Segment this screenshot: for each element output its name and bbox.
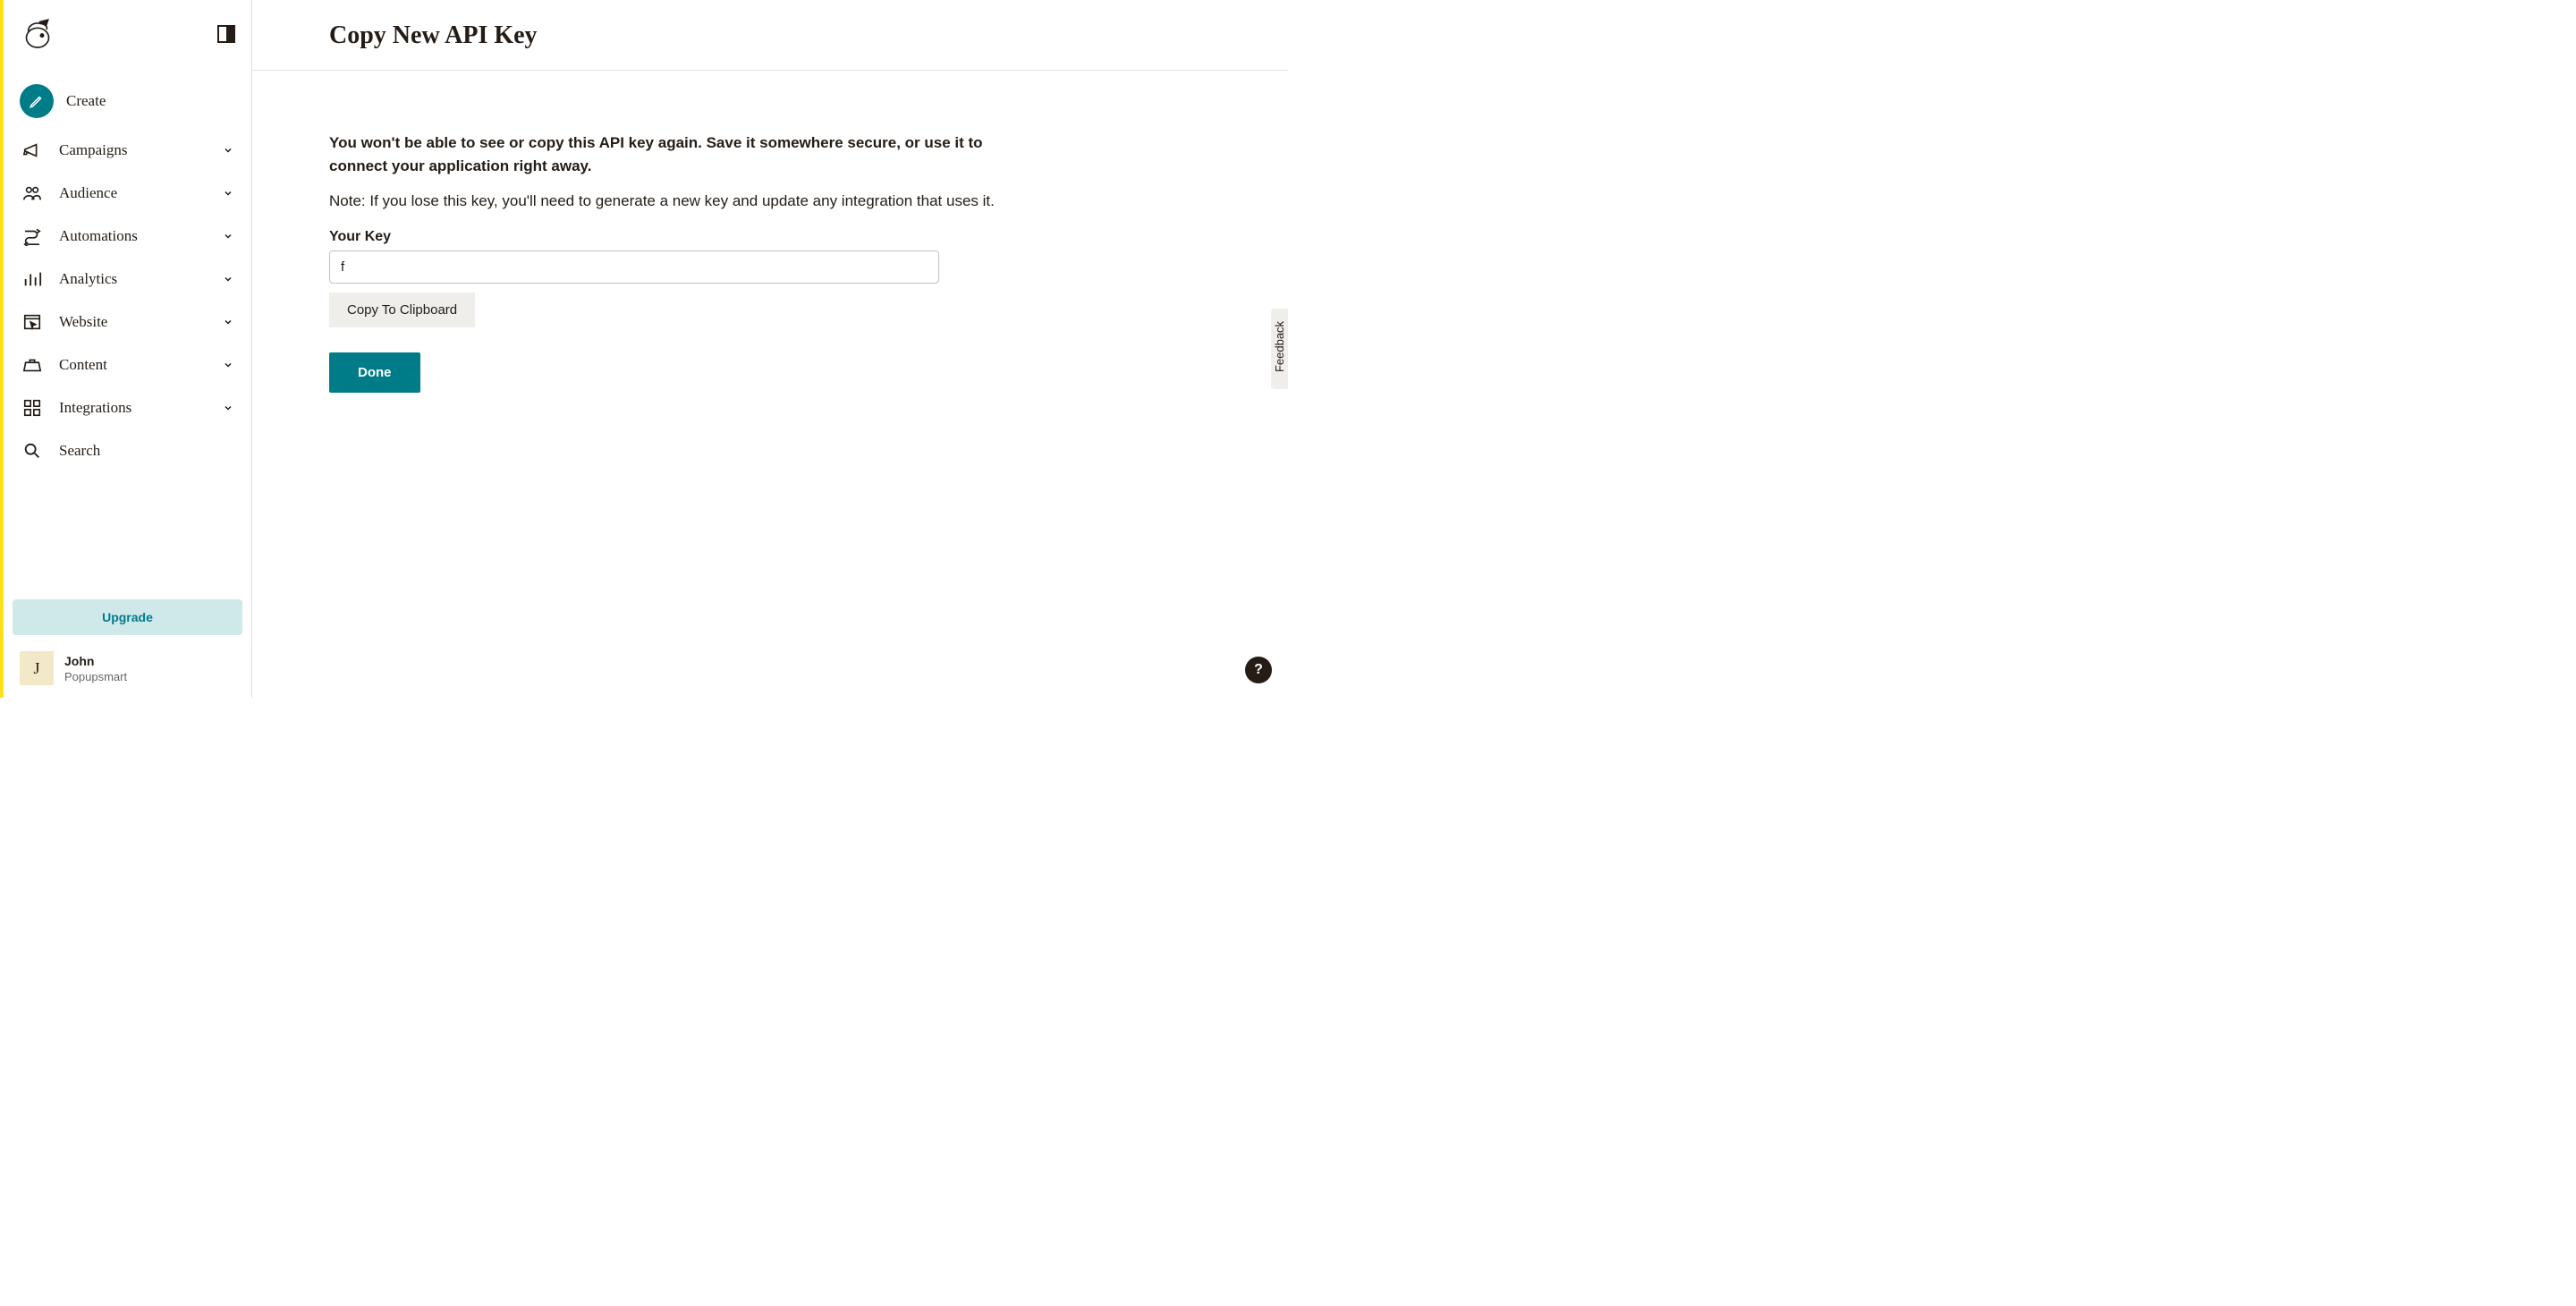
help-button[interactable]: ?	[1245, 657, 1272, 683]
nav-label: Content	[59, 356, 223, 374]
feedback-label: Feedback	[1273, 321, 1286, 372]
api-key-input[interactable]	[329, 250, 939, 284]
grid-icon	[21, 397, 43, 419]
chevron-down-icon	[223, 360, 233, 370]
chevron-down-icon	[223, 274, 233, 284]
chevron-down-icon	[223, 403, 233, 413]
nav-label: Search	[59, 442, 233, 460]
field-label: Your Key	[329, 229, 1039, 245]
nav-label: Create	[66, 92, 233, 110]
note-text: Note: If you lose this key, you'll need …	[329, 190, 1039, 213]
megaphone-icon	[21, 140, 43, 161]
nav-label: Website	[59, 313, 223, 331]
nav-label: Automations	[59, 227, 223, 245]
copy-to-clipboard-button[interactable]: Copy To Clipboard	[329, 293, 475, 327]
feedback-tab[interactable]: Feedback	[1271, 309, 1288, 389]
avatar: J	[20, 651, 54, 685]
chevron-down-icon	[223, 231, 233, 242]
chevron-down-icon	[223, 145, 233, 156]
cursor-window-icon	[21, 311, 43, 333]
sidebar-item-automations[interactable]: Automations	[13, 215, 242, 258]
chevron-down-icon	[223, 317, 233, 327]
sidebar-collapse-icon[interactable]	[217, 25, 235, 43]
sidebar-item-content[interactable]: Content	[13, 343, 242, 386]
sidebar-item-analytics[interactable]: Analytics	[13, 258, 242, 301]
toolbox-icon	[21, 354, 43, 376]
nav-label: Integrations	[59, 399, 223, 417]
upgrade-button[interactable]: Upgrade	[13, 599, 242, 635]
search-icon	[21, 440, 43, 462]
pencil-icon	[20, 84, 54, 118]
sidebar-item-audience[interactable]: Audience	[13, 172, 242, 215]
done-button[interactable]: Done	[329, 352, 420, 393]
account-name: John	[64, 654, 127, 668]
nav-label: Campaigns	[59, 141, 223, 159]
account-section[interactable]: J John Popupsmart	[4, 651, 251, 698]
flow-icon	[21, 225, 43, 247]
people-icon	[21, 182, 43, 204]
main-content: Copy New API Key You won't be able to se…	[252, 0, 1288, 698]
nav-label: Analytics	[59, 270, 223, 288]
sidebar: Create Campaigns Audience	[4, 0, 252, 698]
page-title: Copy New API Key	[329, 21, 1288, 50]
sidebar-item-website[interactable]: Website	[13, 301, 242, 343]
warning-text: You won't be able to see or copy this AP…	[329, 131, 1039, 177]
sidebar-item-campaigns[interactable]: Campaigns	[13, 129, 242, 172]
chevron-down-icon	[223, 188, 233, 199]
bars-icon	[21, 268, 43, 290]
create-button[interactable]: Create	[13, 73, 242, 129]
nav-label: Audience	[59, 184, 223, 202]
account-org: Popupsmart	[64, 670, 127, 683]
logo-icon[interactable]	[20, 16, 55, 52]
sidebar-item-integrations[interactable]: Integrations	[13, 386, 242, 429]
sidebar-item-search[interactable]: Search	[13, 429, 242, 472]
